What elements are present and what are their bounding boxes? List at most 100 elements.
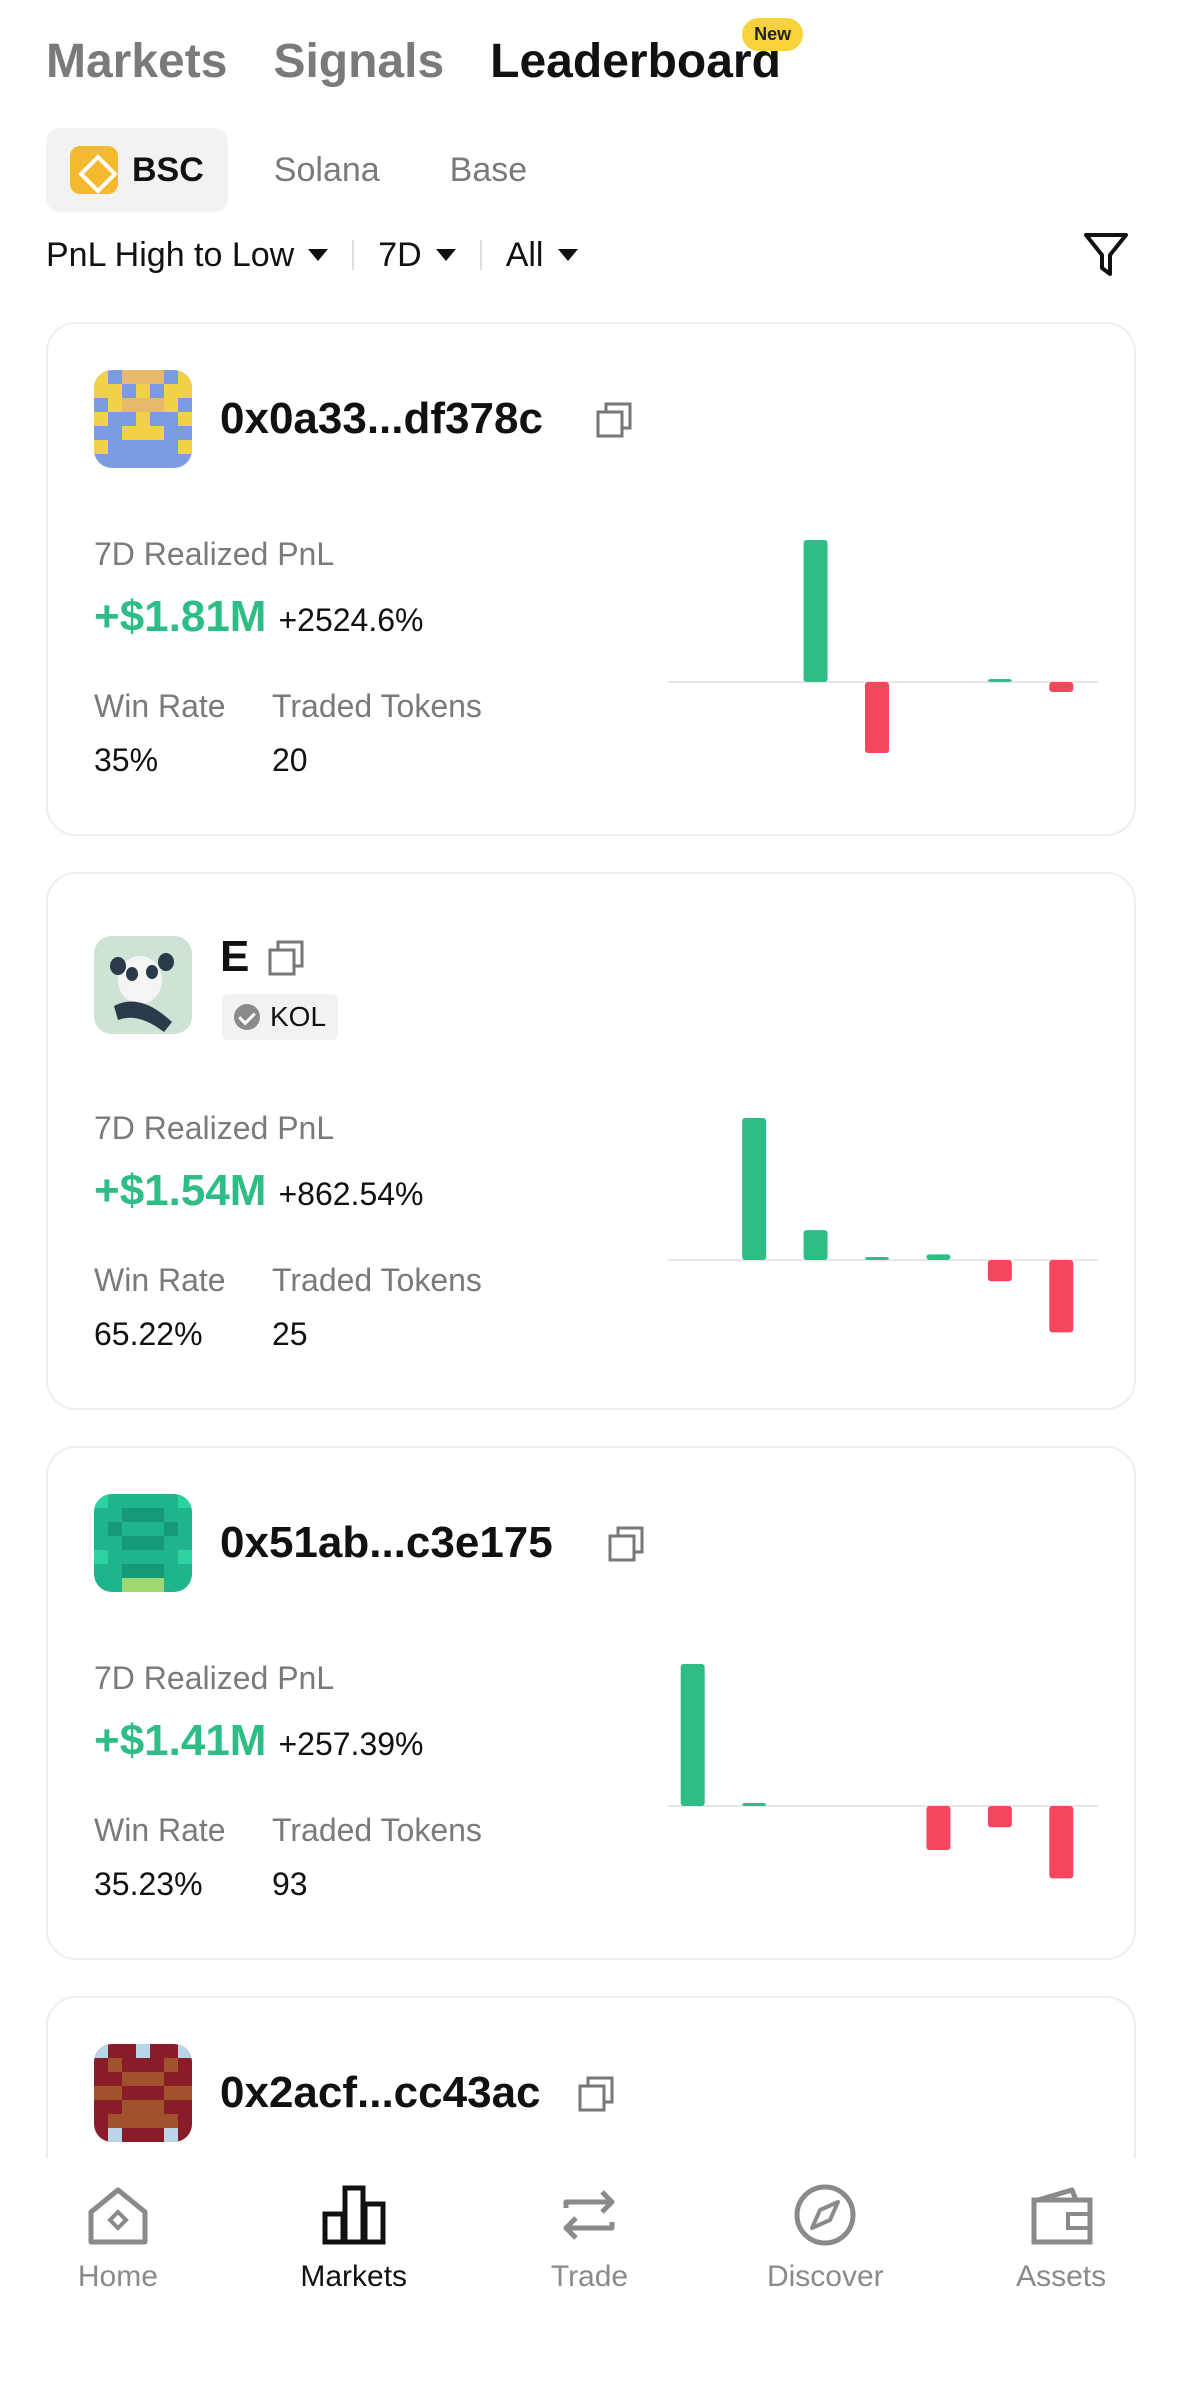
- pnl-bar: [803, 1230, 828, 1260]
- pnl-value: +$1.41M: [94, 1716, 267, 1765]
- traded-tokens-label: Traded Tokens: [272, 688, 482, 724]
- sort-dropdown[interactable]: PnL High to Low: [46, 235, 329, 275]
- pnl-bar: [987, 1806, 1012, 1828]
- pnl-label: 7D Realized PnL: [94, 1660, 335, 1696]
- pnl-percent: +2524.6%: [278, 602, 424, 638]
- avatar: [94, 1494, 192, 1592]
- traded-tokens-label: Traded Tokens: [272, 1812, 482, 1848]
- copy-icon[interactable]: [594, 400, 634, 440]
- traded-tokens-value: 93: [272, 1866, 308, 1902]
- pnl-bar: [926, 1254, 951, 1260]
- filter-icon[interactable]: [1083, 230, 1129, 280]
- nav-discover-label: Discover: [766, 2260, 884, 2293]
- trader-card[interactable]: 0x51ab...c3e175 7D Realized PnL +$1.41M +…: [46, 1446, 1136, 1960]
- nav-discover[interactable]: Discover: [707, 2158, 943, 2396]
- period-label: 7D: [378, 235, 422, 274]
- pnl-percent: +257.39%: [278, 1726, 424, 1762]
- avatar: [94, 2044, 192, 2142]
- pnl-mini-chart: [668, 540, 1098, 753]
- filter-bar: PnL High to Low 7D All: [46, 230, 1133, 280]
- nav-markets-label: Markets: [300, 2260, 408, 2293]
- new-badge: New: [742, 18, 804, 51]
- type-dropdown[interactable]: All: [506, 236, 578, 275]
- divider: [352, 240, 355, 270]
- traded-tokens-label: Traded Tokens: [272, 1262, 482, 1298]
- pnl-value-row: +$1.81M +2524.6%: [94, 592, 423, 642]
- trader-card[interactable]: 0x0a33...df378c 7D Realized PnL +$1.81M +…: [46, 322, 1136, 836]
- home-icon: [88, 2187, 148, 2245]
- chain-base[interactable]: Base: [426, 128, 552, 212]
- copy-icon[interactable]: [266, 938, 306, 978]
- wallet-icon: [1031, 2187, 1093, 2245]
- sort-label: PnL High to Low: [46, 235, 295, 274]
- chain-solana[interactable]: Solana: [250, 128, 404, 212]
- traded-tokens-value: 20: [272, 742, 308, 778]
- verified-icon: [234, 1004, 260, 1030]
- pnl-value: +$1.81M: [94, 592, 267, 641]
- wallet-address: E: [220, 932, 250, 981]
- pnl-bar: [680, 1664, 705, 1806]
- wallet-address: 0x2acf...cc43ac: [220, 2068, 541, 2117]
- nav-trade[interactable]: Trade: [472, 2158, 708, 2396]
- compass-icon: [794, 2184, 856, 2246]
- pnl-mini-chart: [668, 1118, 1098, 1333]
- pnl-label: 7D Realized PnL: [94, 536, 335, 572]
- swap-icon: [563, 2190, 615, 2240]
- bar-chart-icon: [322, 2185, 386, 2245]
- chain-base-label: Base: [449, 150, 528, 189]
- pnl-bar: [742, 1118, 767, 1260]
- win-rate-value: 35%: [94, 742, 159, 778]
- top-tab-bar: Markets Signals Leaderboard New: [46, 18, 804, 89]
- bnb-icon: [70, 146, 118, 194]
- pnl-value-row: +$1.41M +257.39%: [94, 1716, 423, 1766]
- pnl-value: +$1.54M: [94, 1166, 267, 1215]
- period-dropdown[interactable]: 7D: [378, 235, 456, 275]
- win-rate-label: Win Rate: [94, 688, 226, 724]
- win-rate-label: Win Rate: [94, 1262, 226, 1298]
- tab-markets[interactable]: Markets: [46, 34, 227, 89]
- pnl-bar: [1049, 682, 1074, 692]
- caret-down-icon: [435, 249, 456, 261]
- tab-leaderboard-wrap: Leaderboard New: [490, 18, 804, 89]
- pnl-bar: [987, 679, 1012, 682]
- chain-solana-label: Solana: [273, 150, 380, 189]
- tab-leaderboard[interactable]: Leaderboard: [490, 35, 781, 88]
- pnl-bar: [865, 682, 889, 753]
- avatar: [94, 370, 192, 468]
- nav-home-label: Home: [77, 2260, 158, 2293]
- pnl-value-row: +$1.54M +862.54%: [94, 1166, 423, 1216]
- trader-card[interactable]: E KOL 7D Realized PnL +$1.54M +862.54% Wi…: [46, 872, 1136, 1410]
- pnl-mini-chart: [668, 1664, 1098, 1879]
- bottom-nav: Home Markets Trade Discover Assets: [0, 2158, 1179, 2396]
- caret-down-icon: [308, 249, 329, 261]
- chain-bsc-label: BSC: [132, 150, 204, 189]
- nav-markets[interactable]: Markets: [236, 2158, 472, 2396]
- chain-selector: BSC Solana Base: [46, 128, 573, 212]
- copy-icon[interactable]: [576, 2074, 616, 2114]
- nav-assets-label: Assets: [1016, 2260, 1107, 2293]
- divider: [479, 240, 482, 270]
- avatar: [94, 936, 192, 1034]
- wallet-address: 0x51ab...c3e175: [220, 1518, 553, 1567]
- win-rate-label: Win Rate: [94, 1812, 226, 1848]
- kol-label: KOL: [270, 1001, 327, 1032]
- pnl-bar: [865, 1257, 889, 1260]
- pnl-bar: [926, 1806, 951, 1851]
- tab-signals[interactable]: Signals: [273, 34, 444, 89]
- traded-tokens-value: 25: [272, 1316, 308, 1352]
- nav-assets[interactable]: Assets: [943, 2158, 1179, 2396]
- wallet-address: 0x0a33...df378c: [220, 394, 543, 443]
- win-rate-value: 65.22%: [94, 1316, 203, 1352]
- nav-trade-label: Trade: [550, 2260, 629, 2293]
- chain-bsc[interactable]: BSC: [46, 128, 228, 212]
- pnl-bar: [987, 1260, 1012, 1282]
- win-rate-value: 35.23%: [94, 1866, 203, 1902]
- nav-home[interactable]: Home: [0, 2158, 236, 2396]
- pnl-percent: +862.54%: [278, 1176, 424, 1212]
- copy-icon[interactable]: [606, 1524, 646, 1564]
- pnl-bar: [1049, 1806, 1074, 1879]
- pnl-label: 7D Realized PnL: [94, 1110, 335, 1146]
- type-label: All: [505, 235, 544, 274]
- caret-down-icon: [557, 249, 578, 261]
- pnl-bar: [803, 540, 828, 682]
